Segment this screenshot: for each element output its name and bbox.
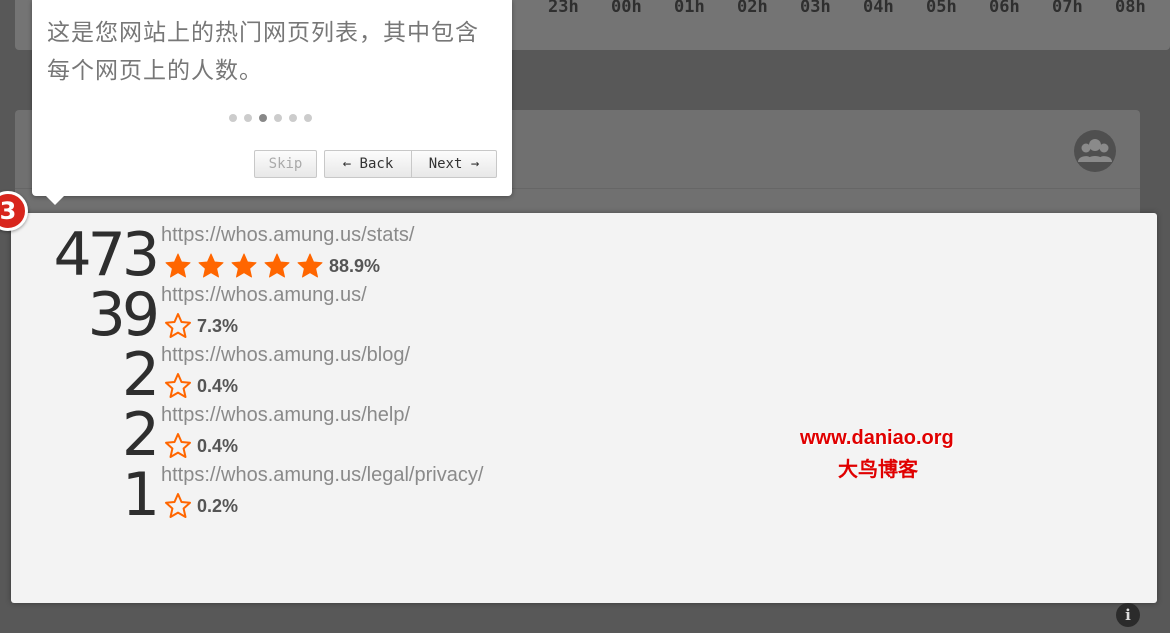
star-outline-icon <box>165 313 191 338</box>
watermark-url: www.daniao.org <box>800 427 954 449</box>
page-url-link[interactable]: https://whos.amung.us/legal/privacy/ <box>161 464 483 487</box>
rating-stars: 0.2% <box>164 491 238 521</box>
star-filled-icon <box>231 253 257 278</box>
star-outline-icon <box>165 493 191 518</box>
star-filled-icon <box>198 253 224 278</box>
hour-label: 03h <box>800 0 831 17</box>
rating-stars: 88.9% <box>164 251 380 281</box>
page-url-link[interactable]: https://whos.amung.us/ <box>161 284 367 307</box>
page-url-link[interactable]: https://whos.amung.us/stats/ <box>161 224 414 247</box>
progress-dot <box>244 114 252 122</box>
tour-tooltip: 这是您网站上的热门网页列表，其中包含每个网页上的人数。 Skip ← Back … <box>32 0 512 205</box>
visitor-count: 473 <box>53 220 160 290</box>
next-button[interactable]: Next → <box>411 150 497 178</box>
hour-label: 01h <box>674 0 705 17</box>
rating-stars: 0.4% <box>164 371 238 401</box>
star-outline-icon <box>165 373 191 398</box>
visitor-percent: 7.3% <box>197 315 239 336</box>
star-filled-icon <box>297 253 323 278</box>
tour-message: 这是您网站上的热门网页列表，其中包含每个网页上的人数。 <box>47 20 479 84</box>
page-url-link[interactable]: https://whos.amung.us/blog/ <box>161 344 410 367</box>
progress-dot <box>289 114 297 122</box>
back-button[interactable]: ← Back <box>324 150 412 178</box>
hour-label: 08h <box>1115 0 1146 17</box>
page-row: 2 https://whos.amung.us/help/0.4% <box>11 400 711 470</box>
watermark-name: 大鸟博客 <box>838 457 918 481</box>
visitor-count: 1 <box>121 460 160 530</box>
hour-label: 06h <box>989 0 1020 17</box>
hour-label: 05h <box>926 0 957 17</box>
hour-label: 23h <box>548 0 579 17</box>
rating-stars: 0.4% <box>164 431 238 461</box>
visitor-count: 2 <box>121 340 160 410</box>
tour-progress-dots <box>229 114 319 122</box>
visitor-percent: 0.2% <box>197 495 239 516</box>
progress-dot <box>304 114 312 122</box>
progress-dot <box>229 114 237 122</box>
info-icon[interactable]: i <box>1116 603 1140 627</box>
skip-button[interactable]: Skip <box>254 150 317 178</box>
page-row: 473 https://whos.amung.us/stats/88.9% <box>11 220 711 290</box>
hour-label: 07h <box>1052 0 1083 17</box>
hour-label: 00h <box>611 0 642 17</box>
top-pages-panel: 473 https://whos.amung.us/stats/88.9% 39 ht… <box>11 213 1157 603</box>
page-url-link[interactable]: https://whos.amung.us/help/ <box>161 404 410 427</box>
group-icon <box>1074 130 1116 172</box>
visitor-percent: 0.4% <box>197 375 239 396</box>
rating-stars: 7.3% <box>164 311 238 341</box>
visitor-count: 39 <box>87 280 160 350</box>
star-filled-icon <box>264 253 290 278</box>
star-outline-icon <box>165 433 191 458</box>
hour-label: 02h <box>737 0 768 17</box>
page-row: 39 https://whos.amung.us/7.3% <box>11 280 711 350</box>
hour-label: 04h <box>863 0 894 17</box>
progress-dot <box>274 114 282 122</box>
progress-dot <box>259 114 267 122</box>
visitor-percent: 0.4% <box>197 435 239 456</box>
page-row: 1 https://whos.amung.us/legal/privacy/0.2… <box>11 460 711 530</box>
star-filled-icon <box>165 253 191 278</box>
visitor-percent: 88.9% <box>329 255 381 276</box>
page-row: 2 https://whos.amung.us/blog/0.4% <box>11 340 711 410</box>
visitor-count: 2 <box>121 400 160 470</box>
